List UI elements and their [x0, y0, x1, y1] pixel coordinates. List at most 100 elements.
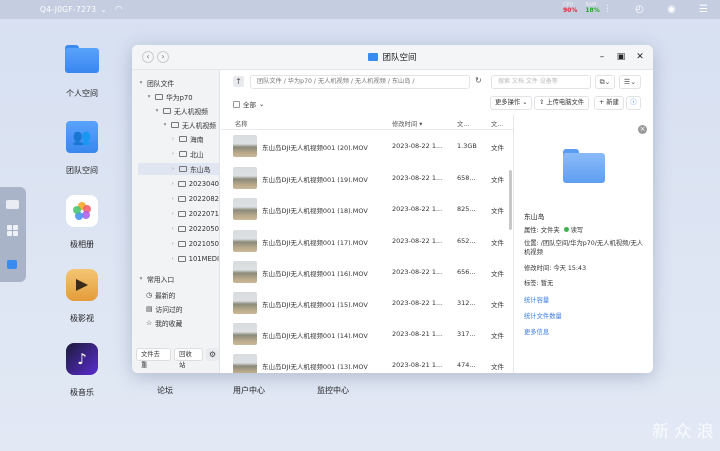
window-title: 团队空间 [382, 53, 417, 63]
detail-location: 位置: /团队空间/华为p70/无人机视频/无人机视频 [524, 239, 649, 257]
app-label: 团队空间 [66, 166, 98, 175]
tree-label: 2021050 [188, 240, 219, 248]
desktop-app-video[interactable]: 极影视 [47, 269, 117, 324]
tree-item-drone-1[interactable]: ▾ 无人机视频 [154, 105, 208, 117]
drive-icon[interactable] [6, 200, 19, 209]
tree-item-hainan[interactable]: › 海南 [170, 133, 204, 145]
tree-root-team[interactable]: ▾ 团队文件 [138, 77, 175, 89]
desktop-app-personal[interactable]: 个人空间 [47, 45, 117, 99]
close-icon[interactable]: × [638, 125, 647, 134]
table-row[interactable]: 东山岛DJI无人机视频001 (19).MOV 2023-08-22 1... 65… [221, 163, 513, 194]
info-icon[interactable]: ⓘ [626, 96, 641, 110]
desktop-app-user-center-label[interactable]: 用户中心 [233, 385, 265, 396]
back-arrow-icon[interactable]: ‹ [142, 51, 154, 63]
list-view-icon[interactable]: ☰⌄ [619, 75, 641, 89]
column-type[interactable]: 文... [491, 119, 503, 128]
maximize-icon[interactable]: ▣ [616, 51, 626, 63]
device-label: Q4-J0GF-7273 [40, 5, 97, 14]
table-row[interactable]: 东山岛DJI无人机视频001 (16).MOV 2023-08-22 1... 65… [221, 257, 513, 288]
new-button[interactable]: + 新建 [594, 96, 624, 110]
tree-item-101media[interactable]: › 101MEDI [170, 253, 219, 265]
common-section-title[interactable]: ▾ 常用入口 [138, 274, 175, 284]
table-row[interactable]: 东山岛DJI无人机视频001 (13).MOV 2023-08-21 1... 47… [221, 350, 513, 373]
star-icon: ☆ [146, 319, 153, 327]
table-row[interactable]: 东山岛DJI无人机视频001 (15).MOV 2023-08-22 1... 31… [221, 288, 513, 319]
table-row[interactable]: 东山岛DJI无人机视频001 (18).MOV 2023-08-22 1... 82… [221, 194, 513, 225]
user-icon[interactable]: ◉ [665, 3, 678, 16]
folder-icon [178, 256, 186, 262]
tree-label: 团队文件 [147, 80, 175, 88]
up-arrow-icon[interactable]: ↑ [233, 76, 244, 87]
column-name[interactable]: 名称 [235, 119, 248, 128]
tree-item-beishan[interactable]: › 北山 [170, 148, 204, 160]
detail-modified: 修改时间: 今天 15:43 [524, 264, 649, 273]
tree-item-2022071[interactable]: › 2022071 [170, 208, 219, 220]
desktop-app-team[interactable]: 👥 团队空间 [47, 121, 117, 176]
close-icon[interactable]: ✕ [635, 51, 645, 63]
search-input[interactable]: 搜索 文档 文件 设备等 [491, 75, 591, 89]
sliders-icon[interactable]: ⫶ [601, 3, 614, 16]
more-info-link[interactable]: 更多信息 [524, 327, 549, 336]
chevron-right-icon: › [171, 151, 175, 157]
select-all[interactable]: 全部 ⌄ [233, 99, 264, 109]
speed-icon[interactable]: ◴ [633, 3, 646, 16]
minimize-icon[interactable]: – [597, 51, 607, 63]
status-dot [563, 227, 569, 232]
column-size[interactable]: 文... [457, 119, 469, 128]
recycle-bin-button[interactable]: 回收站 [174, 348, 204, 369]
chevron-down-icon: ▾ [139, 276, 143, 282]
chevron-down-icon: ⌄ [259, 100, 265, 108]
common-item-favorites[interactable]: ☆ 我的收藏 [146, 317, 182, 329]
checkbox[interactable] [233, 100, 240, 108]
desktop-app-forum-label[interactable]: 论坛 [157, 385, 173, 396]
dedupe-button[interactable]: 文件去重 [136, 348, 172, 369]
column-modified[interactable]: 修改时间 ▾ [392, 119, 422, 128]
tree-item-dongshan[interactable]: › 东山岛 [138, 163, 219, 175]
team-folder-icon: 👥 [66, 121, 98, 153]
common-item-visited[interactable]: ▤ 访问过的 [146, 303, 183, 315]
forward-arrow-icon[interactable]: › [157, 51, 169, 63]
detail-tag: 标签: 暂无 [524, 279, 649, 288]
tree-item-2022050[interactable]: › 2022050 [170, 223, 219, 235]
table-row[interactable]: 东山岛DJI无人机视频001 (20).MOV 2023-08-22 1... 1.… [221, 131, 513, 162]
select-all-label: 全部 [243, 101, 256, 109]
refresh-icon[interactable]: ↻ [475, 76, 482, 85]
side-dock [0, 187, 26, 282]
attr-label: 属性: [524, 227, 539, 234]
chevron-right-icon: › [171, 166, 175, 172]
table-row[interactable]: 东山岛DJI无人机视频001 (14).MOV 2023-08-21 1... 31… [221, 319, 513, 350]
common-item-recent[interactable]: ◷ 最新的 [146, 289, 175, 301]
desktop-app-monitor-label[interactable]: 监控中心 [317, 385, 349, 396]
folder-icon [178, 196, 186, 202]
tree-label: 访问过的 [155, 306, 183, 314]
file-size: 312... [457, 299, 476, 307]
table-row[interactable]: 东山岛DJI无人机视频001 (17).MOV 2023-08-22 1... 65… [221, 226, 513, 257]
tree-item-huawei[interactable]: ▾ 华为p70 [146, 91, 193, 103]
stat-capacity-link[interactable]: 统计容量 [524, 295, 549, 304]
gear-icon[interactable]: ⚙ [206, 348, 219, 361]
tree-item-2022082[interactable]: › 2022082 [170, 193, 219, 205]
tree-item-2023040[interactable]: › 2023040 [170, 178, 219, 190]
device-name[interactable]: Q4-J0GF-7273 ⌄ [40, 5, 107, 14]
scrollbar[interactable] [509, 170, 512, 230]
tree-item-2021050[interactable]: › 2021050 [170, 238, 219, 250]
team-space-dock-icon[interactable] [7, 260, 17, 269]
menu-icon[interactable]: ☰ [697, 3, 710, 16]
more-ops-button[interactable]: 更多操作 ⌄ [490, 96, 533, 110]
file-size: 317... [457, 330, 476, 338]
desktop-app-photos[interactable]: 极相册 [47, 195, 117, 250]
file-name: 东山岛DJI无人机视频001 (20).MOV [262, 144, 368, 152]
file-name: 东山岛DJI无人机视频001 (13).MOV [262, 363, 368, 371]
stat-file-count-link[interactable]: 统计文件数量 [524, 311, 562, 320]
breadcrumb[interactable]: 团队文件 / 华为p70 / 无人机视频 / 无人机视频 / 东山岛 / [250, 75, 470, 89]
desktop-app-music[interactable]: ♪ 极音乐 [47, 343, 117, 398]
chevron-down-icon: ▾ [139, 80, 143, 86]
modified-value: 今天 15:43 [553, 265, 587, 272]
video-thumbnail [233, 167, 257, 189]
upload-button[interactable]: ⇪ 上传电脑文件 [534, 96, 590, 110]
apps-grid-icon[interactable] [6, 224, 19, 236]
file-size: 474... [457, 361, 476, 369]
app-label: 极音乐 [70, 388, 94, 397]
tree-item-drone-2[interactable]: ▾ 无人机视频 [162, 119, 219, 131]
filter-icon[interactable]: ⧉⌄ [595, 75, 615, 89]
